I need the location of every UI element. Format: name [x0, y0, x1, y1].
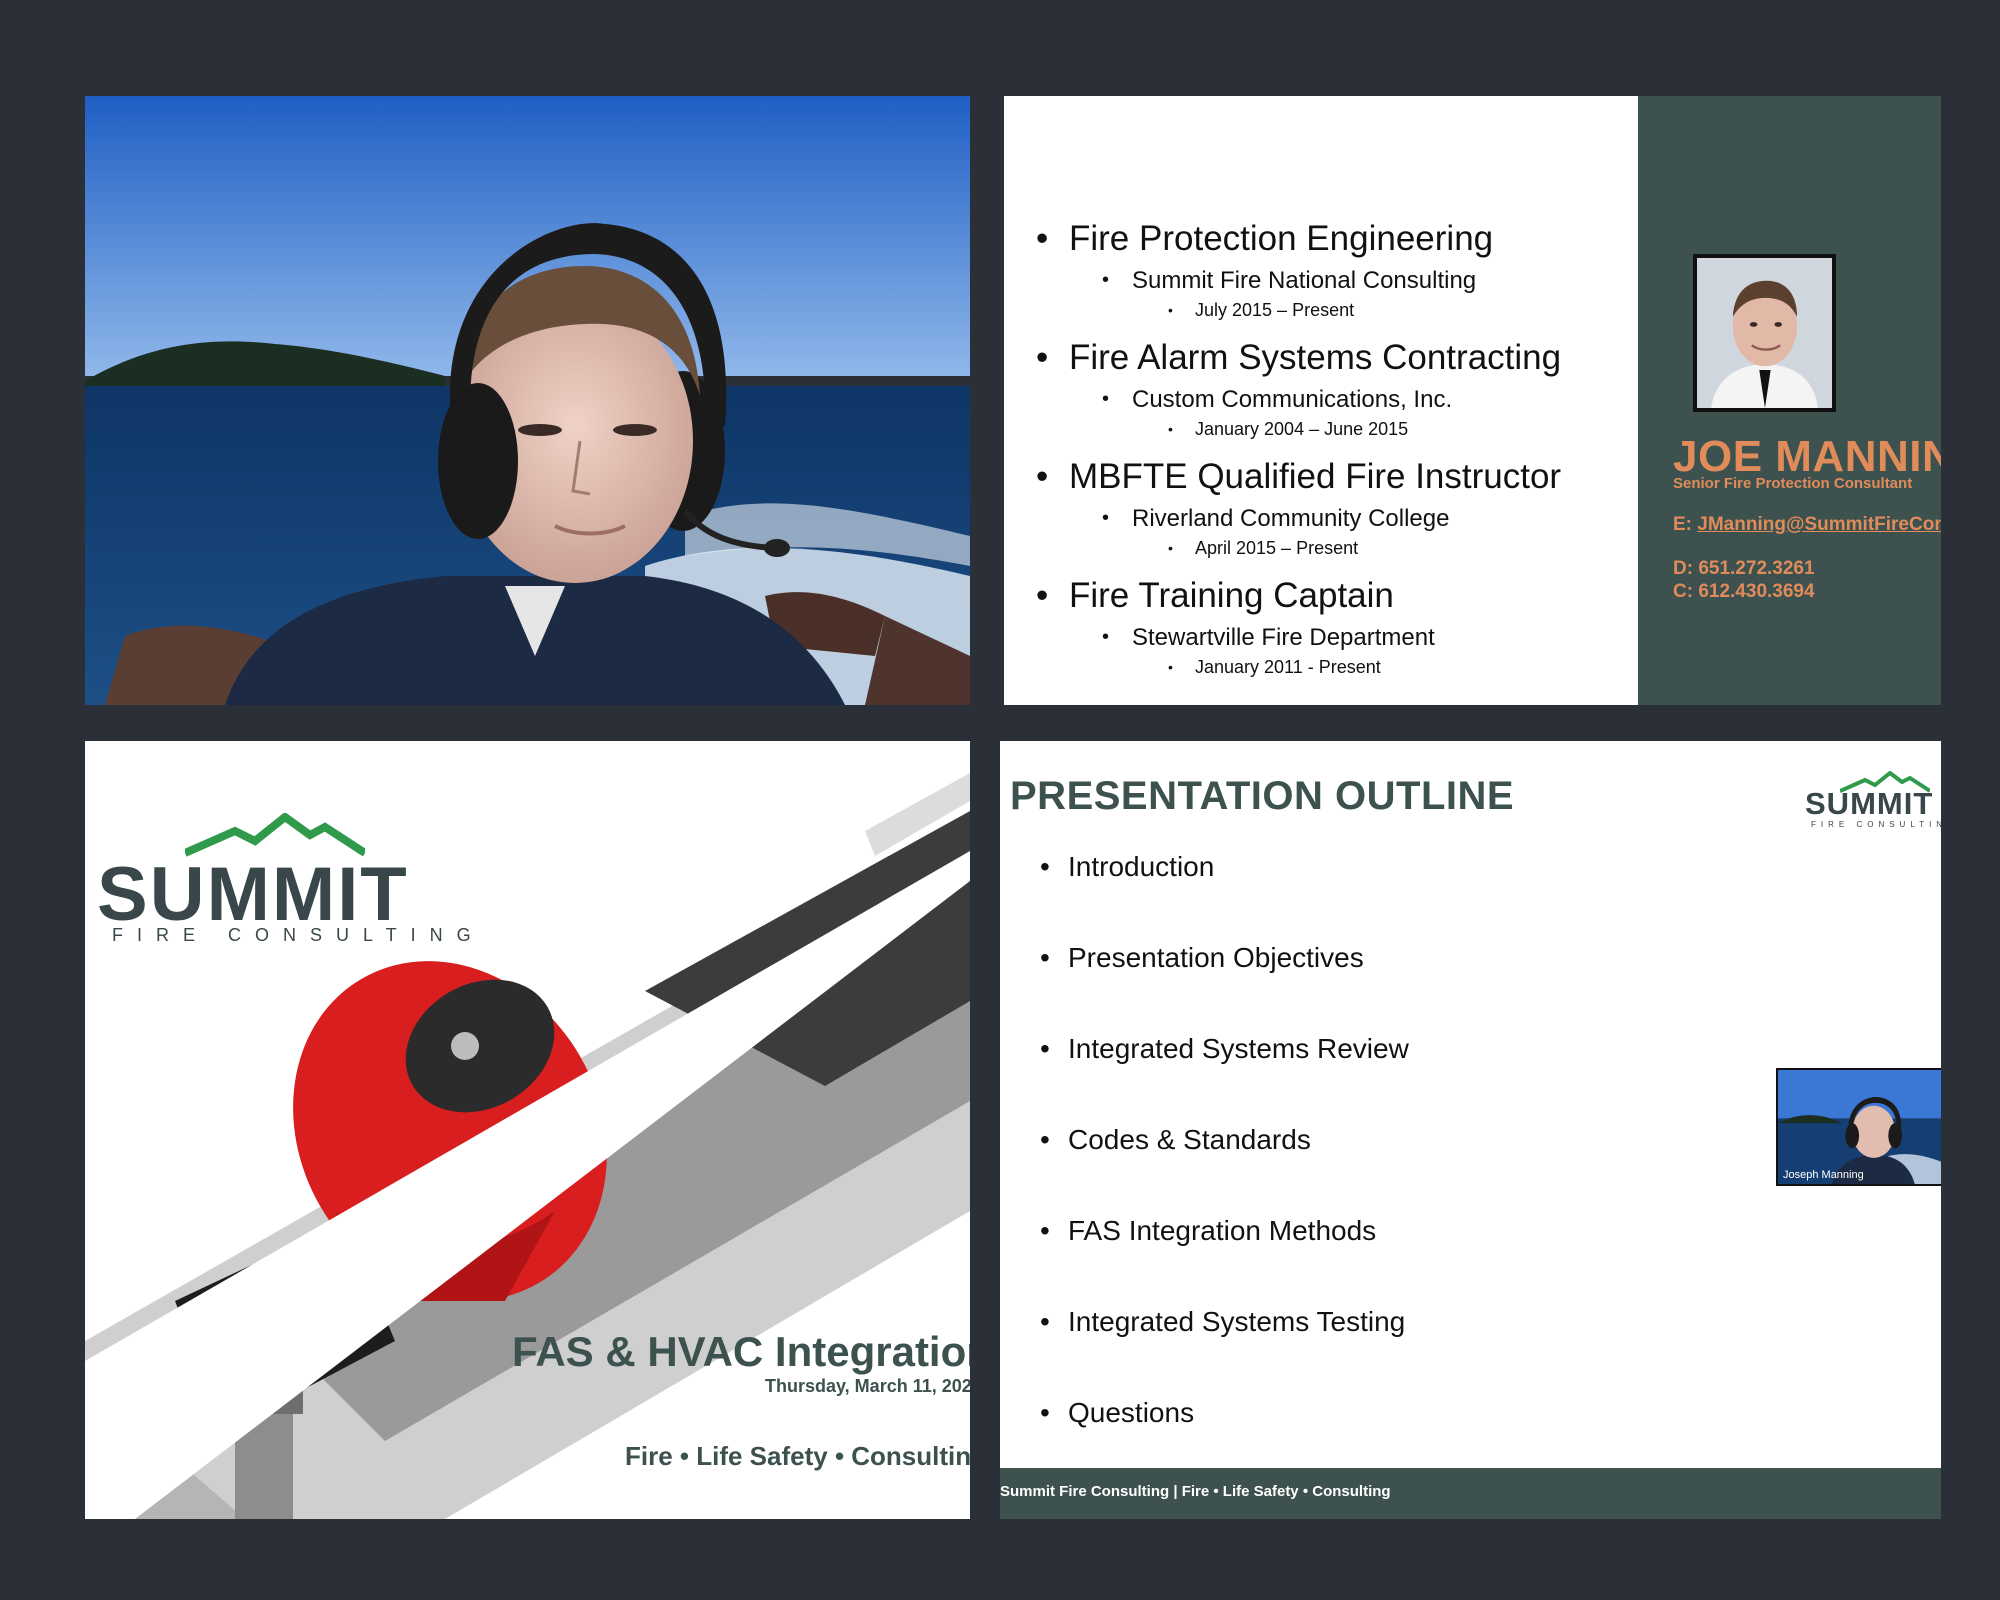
- outline-item: Questions: [1040, 1397, 1194, 1429]
- experience-list: Fire Protection Engineering Summit Fire …: [1036, 218, 1636, 694]
- bio-slide-tile[interactable]: Fire Protection Engineering Summit Fire …: [1004, 96, 1941, 705]
- experience-title: Fire Training Captain: [1036, 575, 1636, 617]
- experience-title: Fire Protection Engineering: [1036, 218, 1636, 260]
- outline-slide-tile[interactable]: PRESENTATION OUTLINE SUMMIT FIRE CONSULT…: [1000, 741, 1941, 1519]
- experience-dates: July 2015 – Present: [1036, 297, 1636, 323]
- participant-video-tile[interactable]: [85, 96, 970, 705]
- title-slide-tile[interactable]: SUMMIT FIRE CONSULTING FAS & HVAC Integr…: [85, 741, 970, 1519]
- participant-name-label: Joseph Manning: [1783, 1169, 1864, 1181]
- presenter-role: Senior Fire Protection Consultant: [1673, 475, 1913, 492]
- outline-item: Presentation Objectives: [1040, 942, 1364, 974]
- experience-title: MBFTE Qualified Fire Instructor: [1036, 456, 1636, 498]
- outline-item: Introduction: [1040, 851, 1214, 883]
- experience-title: Fire Alarm Systems Contracting: [1036, 337, 1636, 379]
- headshot-photo: [1693, 254, 1836, 412]
- email-link[interactable]: JManning@SummitFireConsulting.com: [1697, 514, 1941, 535]
- cell-phone: C: 612.430.3694: [1673, 581, 1815, 602]
- presentation-title: FAS & HVAC Integration: [512, 1328, 970, 1375]
- experience-item: Fire Protection Engineering Summit Fire …: [1036, 218, 1636, 323]
- outline-item: FAS Integration Methods: [1040, 1215, 1376, 1247]
- footer-text: Summit Fire Consulting | Fire • Life Saf…: [1000, 1483, 1391, 1500]
- webcam-thumbnail-video: [1778, 1070, 1941, 1184]
- experience-item: Fire Training Captain Stewartville Fire …: [1036, 575, 1636, 680]
- experience-item: Fire Alarm Systems Contracting Custom Co…: [1036, 337, 1636, 442]
- slide-footer: Summit Fire Consulting | Fire • Life Saf…: [1000, 1468, 1941, 1519]
- outline-item: Integrated Systems Testing: [1040, 1306, 1405, 1338]
- outline-item: Codes & Standards: [1040, 1124, 1311, 1156]
- experience-org: Riverland Community College: [1036, 502, 1636, 535]
- bio-experience-panel: Fire Protection Engineering Summit Fire …: [1004, 96, 1638, 705]
- webcam-video: [85, 96, 970, 705]
- direct-phone: D: 651.272.3261: [1673, 558, 1815, 579]
- outline-heading: PRESENTATION OUTLINE: [1010, 774, 1515, 818]
- logo-subtitle: FIRE CONSULTING: [112, 925, 485, 945]
- logo-subtitle: FIRE CONSULTING: [1811, 820, 1941, 829]
- experience-item: MBFTE Qualified Fire Instructor Riverlan…: [1036, 456, 1636, 561]
- self-view-thumbnail[interactable]: Joseph Manning: [1776, 1068, 1941, 1186]
- bio-contact-panel: JOE MANNING Senior Fire Protection Consu…: [1638, 96, 1941, 705]
- email-prefix: E:: [1673, 514, 1698, 535]
- experience-org: Stewartville Fire Department: [1036, 621, 1636, 654]
- outline-item: Integrated Systems Review: [1040, 1033, 1409, 1065]
- experience-org: Summit Fire National Consulting: [1036, 264, 1636, 297]
- presentation-date: Thursday, March 11, 2021: [765, 1376, 970, 1396]
- experience-dates: January 2011 - Present: [1036, 654, 1636, 680]
- logo-wordmark: SUMMIT: [1805, 786, 1934, 821]
- experience-dates: January 2004 – June 2015: [1036, 416, 1636, 442]
- experience-dates: April 2015 – Present: [1036, 535, 1636, 561]
- presenter-email: E: JManning@SummitFireConsulting.com: [1673, 514, 1941, 536]
- experience-org: Custom Communications, Inc.: [1036, 383, 1636, 416]
- presentation-tagline: Fire • Life Safety • Consulting: [625, 1441, 970, 1471]
